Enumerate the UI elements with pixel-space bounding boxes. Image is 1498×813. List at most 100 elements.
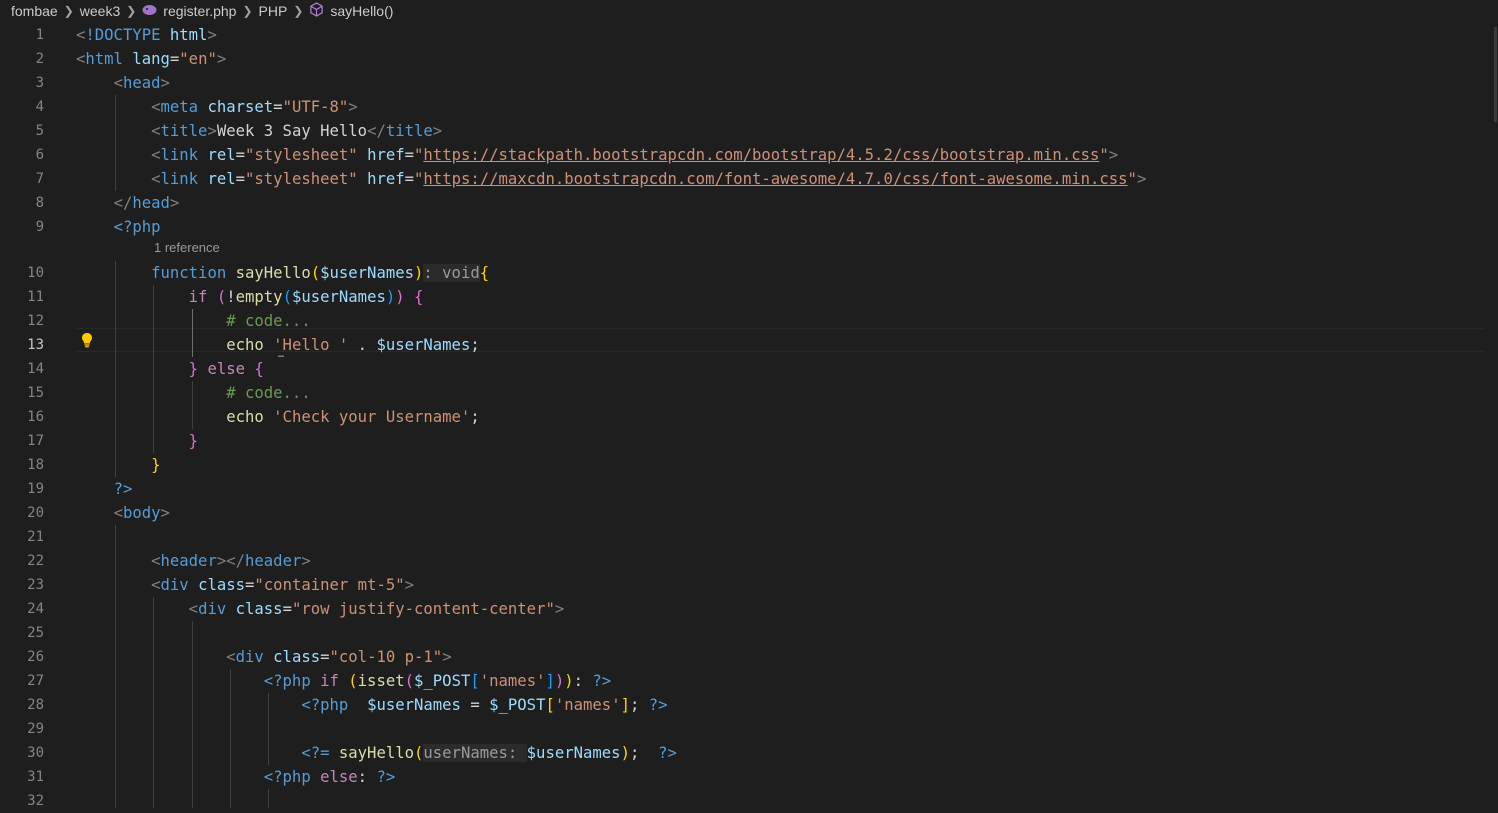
code-line[interactable]: 5 <title>Week 3 Say Hello</title>: [0, 119, 1498, 143]
code-line[interactable]: 19 ?>: [0, 477, 1498, 501]
code-line[interactable]: 32: [0, 789, 1498, 813]
line-number[interactable]: 24: [0, 597, 44, 621]
line-number[interactable]: 32: [0, 789, 44, 813]
line-number[interactable]: 30: [0, 741, 44, 765]
line-number[interactable]: 14: [0, 357, 44, 381]
code-token: =: [282, 600, 292, 618]
line-number[interactable]: 26: [0, 645, 44, 669]
code-line[interactable]: 28 <?php $userNames = $_POST['names']; ?…: [0, 693, 1498, 717]
code-line[interactable]: 20 <body>: [0, 501, 1498, 525]
code-text: <meta charset="UTF-8">: [76, 95, 358, 119]
line-number[interactable]: 9: [0, 215, 44, 239]
code-line[interactable]: 27 <?php if (isset($_POST['names'])): ?>: [0, 669, 1498, 693]
code-line[interactable]: 31 <?php else: ?>: [0, 765, 1498, 789]
lightbulb-icon[interactable]: [78, 328, 96, 352]
code-line[interactable]: 12 # code...: [0, 309, 1498, 333]
chevron-right-icon: ❯: [242, 4, 253, 18]
line-number[interactable]: 8: [0, 191, 44, 215]
code-token: rel: [207, 170, 236, 188]
code-token: ;: [629, 696, 649, 714]
breadcrumb-file[interactable]: register.php: [163, 3, 236, 19]
code-line[interactable]: 14 } else {: [0, 357, 1498, 381]
line-number[interactable]: 22: [0, 549, 44, 573]
code-line[interactable]: 3 <head>: [0, 71, 1498, 95]
line-number[interactable]: 1: [0, 23, 44, 47]
code-token: ": [1127, 170, 1137, 188]
code-line[interactable]: 13 echo 'Hello ' . $userNames;: [0, 333, 1498, 357]
code-line[interactable]: 4 <meta charset="UTF-8">: [0, 95, 1498, 119]
code-line[interactable]: 26 <div class="col-10 p-1">: [0, 645, 1498, 669]
line-number[interactable]: 18: [0, 453, 44, 477]
codelens-references[interactable]: 1 reference: [154, 239, 220, 257]
breadcrumb: fombae ❯ week3 ❯ register.php ❯ PHP ❯ sa…: [0, 0, 1498, 22]
breadcrumb-symbol[interactable]: sayHello(): [330, 3, 393, 19]
code-line[interactable]: 21: [0, 525, 1498, 549]
php-elephant-icon: [142, 4, 157, 19]
line-number[interactable]: 7: [0, 167, 44, 191]
code-line[interactable]: 1 <!DOCTYPE html>: [0, 23, 1498, 47]
code-line[interactable]: 7 <link rel="stylesheet" href="https://m…: [0, 167, 1498, 191]
line-number[interactable]: 29: [0, 717, 44, 741]
line-number[interactable]: 3: [0, 71, 44, 95]
line-number[interactable]: 28: [0, 693, 44, 717]
code-token: =: [273, 98, 283, 116]
breadcrumb-language[interactable]: PHP: [259, 3, 288, 19]
line-number[interactable]: 11: [0, 285, 44, 309]
code-line[interactable]: 6 <link rel="stylesheet" href="https://s…: [0, 143, 1498, 167]
line-number[interactable]: 13: [0, 333, 44, 357]
line-number[interactable]: 25: [0, 621, 44, 645]
code-line[interactable]: 9 <?php: [0, 215, 1498, 239]
line-number[interactable]: 21: [0, 525, 44, 549]
code-token: =: [404, 170, 415, 188]
code-line[interactable]: 23 <div class="container mt-5">: [0, 573, 1498, 597]
code-token: <: [151, 122, 161, 140]
line-number[interactable]: 6: [0, 143, 44, 167]
scrollbar-marker[interactable]: [1494, 27, 1497, 122]
code-token: href: [367, 170, 405, 188]
breadcrumb-folder-week3[interactable]: week3: [80, 3, 120, 19]
line-number[interactable]: 23: [0, 573, 44, 597]
code-token: "UTF-8": [282, 98, 349, 116]
more-actions-dots-icon[interactable]: …: [278, 349, 285, 360]
line-number[interactable]: 27: [0, 669, 44, 693]
code-line[interactable]: 29: [0, 717, 1498, 741]
breadcrumb-folder-fombae[interactable]: fombae: [11, 3, 58, 19]
code-editor[interactable]: 1 <!DOCTYPE html> 2 <html lang="en"> 3 <head…: [0, 23, 1498, 809]
line-number[interactable]: 10: [0, 261, 44, 285]
code-line[interactable]: 11 if (!empty($userNames)) {: [0, 285, 1498, 309]
line-number[interactable]: 16: [0, 405, 44, 429]
code-line[interactable]: 2 <html lang="en">: [0, 47, 1498, 71]
code-token: {: [479, 264, 490, 282]
line-number[interactable]: 19: [0, 477, 44, 501]
code-line[interactable]: 15 # code...: [0, 381, 1498, 405]
line-number[interactable]: 12: [0, 309, 44, 333]
code-line[interactable]: 18 }: [0, 453, 1498, 477]
line-number[interactable]: 5: [0, 119, 44, 143]
line-number[interactable]: 17: [0, 429, 44, 453]
line-number[interactable]: 15: [0, 381, 44, 405]
line-number[interactable]: 2: [0, 47, 44, 71]
code-line[interactable]: 8 </head>: [0, 191, 1498, 215]
code-line[interactable]: 25: [0, 621, 1498, 645]
code-line[interactable]: 17 }: [0, 429, 1498, 453]
line-number[interactable]: 4: [0, 95, 44, 119]
line-number[interactable]: 31: [0, 765, 44, 789]
code-line[interactable]: 24 <div class="row justify-content-cente…: [0, 597, 1498, 621]
code-token: (: [282, 288, 292, 306]
code-line[interactable]: 10 function sayHello($userNames): void{: [0, 261, 1498, 285]
code-line[interactable]: 22 <header></header>: [0, 549, 1498, 573]
code-line[interactable]: 30 <?= sayHello(userNames: $userNames); …: [0, 741, 1498, 765]
code-token: $_POST: [414, 672, 471, 690]
line-number[interactable]: 20: [0, 501, 44, 525]
code-token: div: [235, 648, 264, 666]
code-token: (: [414, 744, 424, 762]
code-line[interactable]: 16 echo 'Check your Username';: [0, 405, 1498, 429]
